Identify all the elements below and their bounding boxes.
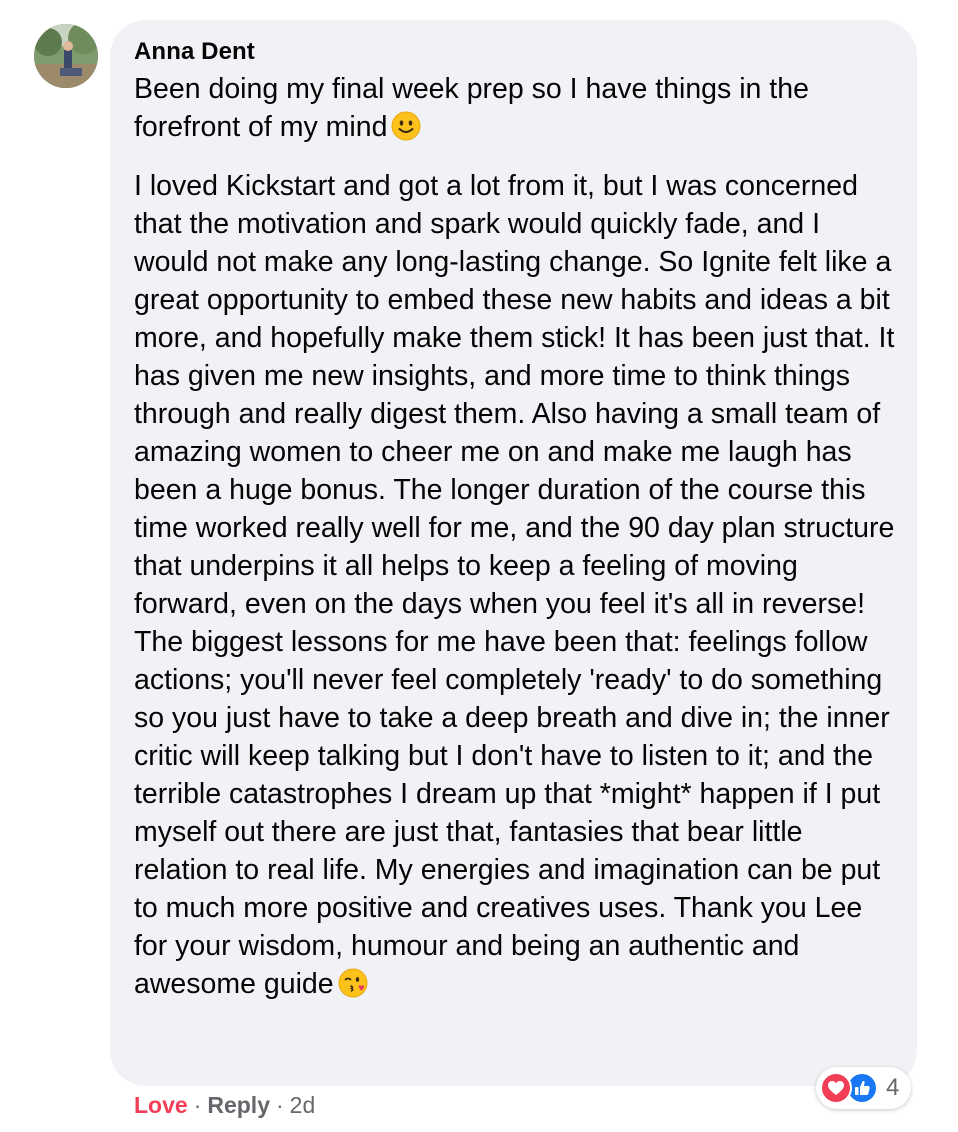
comment-paragraph-text: I loved Kickstart and got a lot from it,… xyxy=(134,170,895,1000)
comment-author[interactable]: Anna Dent xyxy=(134,38,255,66)
face-blowing-a-kiss-icon xyxy=(338,968,368,1008)
avatar-photo xyxy=(34,24,98,88)
reaction-summary[interactable]: 4 xyxy=(816,1067,912,1109)
avatar[interactable] xyxy=(34,24,98,88)
action-separator: · xyxy=(193,1092,202,1118)
comment-actions: Love · Reply · 2d xyxy=(134,1092,315,1119)
reply-button[interactable]: Reply xyxy=(207,1092,270,1119)
slightly-smiling-face-icon xyxy=(391,111,421,151)
comment-paragraph: I loved Kickstart and got a lot from it,… xyxy=(134,167,902,1008)
comment-paragraph-text: Been doing my final week prep so I have … xyxy=(134,73,809,143)
love-reaction-icon xyxy=(820,1072,852,1104)
comment-body: Been doing my final week prep so I have … xyxy=(134,70,902,1008)
comment-bubble: Anna Dent Been doing my final week prep … xyxy=(110,20,917,1086)
reaction-count: 4 xyxy=(886,1074,900,1101)
love-reaction-button[interactable]: Love xyxy=(134,1092,188,1119)
action-separator: · xyxy=(276,1092,284,1118)
comment-timestamp[interactable]: 2d xyxy=(290,1092,316,1119)
comment-paragraph: Been doing my final week prep so I have … xyxy=(134,70,902,151)
